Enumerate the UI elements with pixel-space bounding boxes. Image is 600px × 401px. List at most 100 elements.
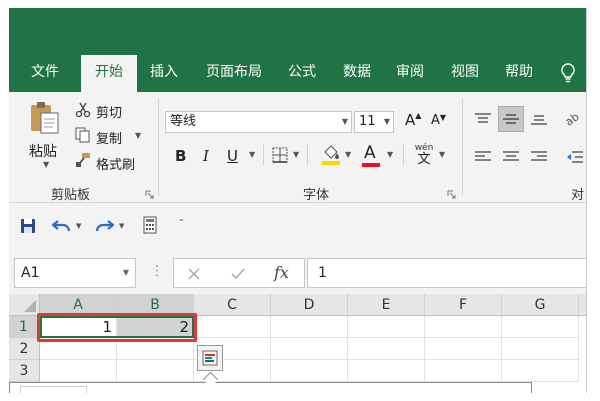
- cell-b3[interactable]: [117, 360, 194, 382]
- copy-button[interactable]: 复制: [96, 128, 122, 147]
- column-header-d[interactable]: D: [271, 294, 348, 316]
- font-name-select[interactable]: 等线 ▼: [165, 111, 352, 133]
- fill-color-icon[interactable]: [321, 144, 341, 166]
- caret-up-icon: ▲: [415, 111, 422, 120]
- orientation-icon[interactable]: ab: [563, 108, 583, 130]
- row-header-3[interactable]: 3: [9, 360, 40, 382]
- select-all-corner[interactable]: [9, 294, 40, 316]
- align-middle-icon[interactable]: [498, 106, 524, 132]
- cell-g3[interactable]: [502, 360, 579, 382]
- font-color-dropdown-icon[interactable]: ▼: [387, 150, 393, 159]
- tab-help[interactable]: 帮助: [493, 52, 545, 92]
- column-header-g[interactable]: G: [502, 294, 579, 316]
- decrease-font-size-button[interactable]: A▼: [431, 113, 446, 128]
- decrease-indent-icon[interactable]: [565, 148, 585, 166]
- cell-d3[interactable]: [271, 360, 348, 382]
- cell-f1[interactable]: [425, 316, 502, 338]
- calculator-icon[interactable]: [141, 215, 159, 235]
- row-header-1[interactable]: 1: [9, 316, 40, 338]
- align-top-icon[interactable]: [473, 110, 493, 128]
- quick-analysis-tab[interactable]: [20, 386, 87, 393]
- tab-view[interactable]: 视图: [439, 52, 491, 92]
- name-box-value: A1: [21, 265, 40, 281]
- formula-input[interactable]: 1: [307, 258, 586, 288]
- cut-button[interactable]: 剪切: [96, 102, 122, 121]
- cell-a3[interactable]: [40, 360, 117, 382]
- paste-dropdown-icon[interactable]: ▼: [43, 160, 49, 169]
- borders-icon[interactable]: [271, 146, 289, 164]
- ribbon-home: 粘贴 ▼ 剪切 复制 ▼ 格式刷 剪贴板 等线 ▼ 11 ▼ A▲ A▼ B I…: [9, 92, 586, 222]
- excel-window: 文件 开始 插入 页面布局 公式 数据 审阅 视图 帮助 粘贴 ▼ 剪切 复制 …: [9, 8, 587, 393]
- cell-f2[interactable]: [425, 338, 502, 360]
- underline-dropdown-icon[interactable]: ▼: [249, 150, 255, 159]
- name-box[interactable]: A1 ▼: [14, 258, 136, 288]
- column-header-e[interactable]: E: [348, 294, 425, 316]
- cell-c1[interactable]: [194, 316, 271, 338]
- font-size-select[interactable]: 11 ▼: [354, 111, 394, 133]
- formula-bar: A1 ▼ ⋮ fx 1: [9, 255, 586, 294]
- underline-button[interactable]: U: [227, 147, 238, 165]
- format-painter-icon: [75, 152, 91, 168]
- phonetic-guide-button[interactable]: wén 文: [412, 142, 436, 168]
- italic-button[interactable]: I: [203, 147, 209, 165]
- phonetic-dropdown-icon[interactable]: ▼: [439, 150, 445, 159]
- tab-page-layout[interactable]: 页面布局: [194, 52, 274, 92]
- enter-check-icon[interactable]: [228, 264, 248, 284]
- highlight-box: [37, 313, 197, 342]
- svg-text:ab: ab: [564, 110, 582, 128]
- decrease-font-glyph: A: [431, 113, 440, 128]
- increase-font-size-button[interactable]: A▲: [405, 111, 421, 129]
- toolbar-divider: [263, 144, 264, 166]
- cell-e3[interactable]: [348, 360, 425, 382]
- cell-f3[interactable]: [425, 360, 502, 382]
- splitter-icon[interactable]: ⋮: [150, 263, 164, 279]
- align-center-icon[interactable]: [501, 148, 521, 166]
- cancel-icon[interactable]: [184, 264, 204, 284]
- insert-function-button[interactable]: fx: [274, 263, 289, 282]
- cell-g2[interactable]: [502, 338, 579, 360]
- group-separator: [462, 98, 463, 196]
- undo-dropdown-icon[interactable]: ▼: [76, 222, 81, 230]
- redo-icon[interactable]: [93, 216, 115, 236]
- tab-home[interactable]: 开始: [81, 55, 137, 92]
- cell-e1[interactable]: [348, 316, 425, 338]
- cell-d2[interactable]: [271, 338, 348, 360]
- quick-analysis-icon: [202, 350, 218, 366]
- font-color-button[interactable]: A: [364, 143, 376, 163]
- row-header-2[interactable]: 2: [9, 338, 40, 360]
- redo-dropdown-icon[interactable]: ▼: [119, 222, 124, 230]
- paste-icon[interactable]: [27, 98, 61, 136]
- tab-insert[interactable]: 插入: [137, 52, 191, 92]
- cell-d1[interactable]: [271, 316, 348, 338]
- font-launcher-icon[interactable]: [447, 188, 456, 199]
- lightbulb-icon[interactable]: [557, 62, 579, 84]
- column-header-h[interactable]: [579, 294, 586, 316]
- borders-dropdown-icon[interactable]: ▼: [293, 150, 299, 159]
- fill-color-dropdown-icon[interactable]: ▼: [345, 150, 351, 159]
- align-bottom-icon[interactable]: [529, 110, 549, 128]
- paste-button[interactable]: 粘贴: [29, 141, 57, 161]
- customize-qat-icon[interactable]: ⁼: [179, 218, 184, 228]
- font-color-swatch: [362, 163, 380, 167]
- format-painter-button[interactable]: 格式刷: [96, 154, 135, 173]
- tab-review[interactable]: 审阅: [385, 52, 435, 92]
- copy-dropdown-icon[interactable]: ▼: [135, 131, 141, 140]
- phonetic-bottom-text: 文: [417, 152, 431, 167]
- font-size-value: 11: [359, 114, 376, 129]
- bold-button[interactable]: B: [175, 147, 186, 165]
- align-right-icon[interactable]: [529, 148, 549, 166]
- quick-analysis-button[interactable]: [197, 345, 223, 371]
- copy-icon: [75, 127, 91, 143]
- tab-file[interactable]: 文件: [17, 52, 73, 92]
- undo-icon[interactable]: [51, 216, 73, 236]
- align-left-icon[interactable]: [473, 148, 493, 166]
- column-header-f[interactable]: F: [425, 294, 502, 316]
- group-separator: [158, 98, 159, 196]
- cell-e2[interactable]: [348, 338, 425, 360]
- cell-g1[interactable]: [502, 316, 579, 338]
- tab-formulas[interactable]: 公式: [277, 52, 327, 92]
- tab-data[interactable]: 数据: [331, 52, 383, 92]
- clipboard-launcher-icon[interactable]: [145, 188, 154, 199]
- column-header-c[interactable]: C: [194, 294, 271, 316]
- save-icon[interactable]: [19, 217, 37, 235]
